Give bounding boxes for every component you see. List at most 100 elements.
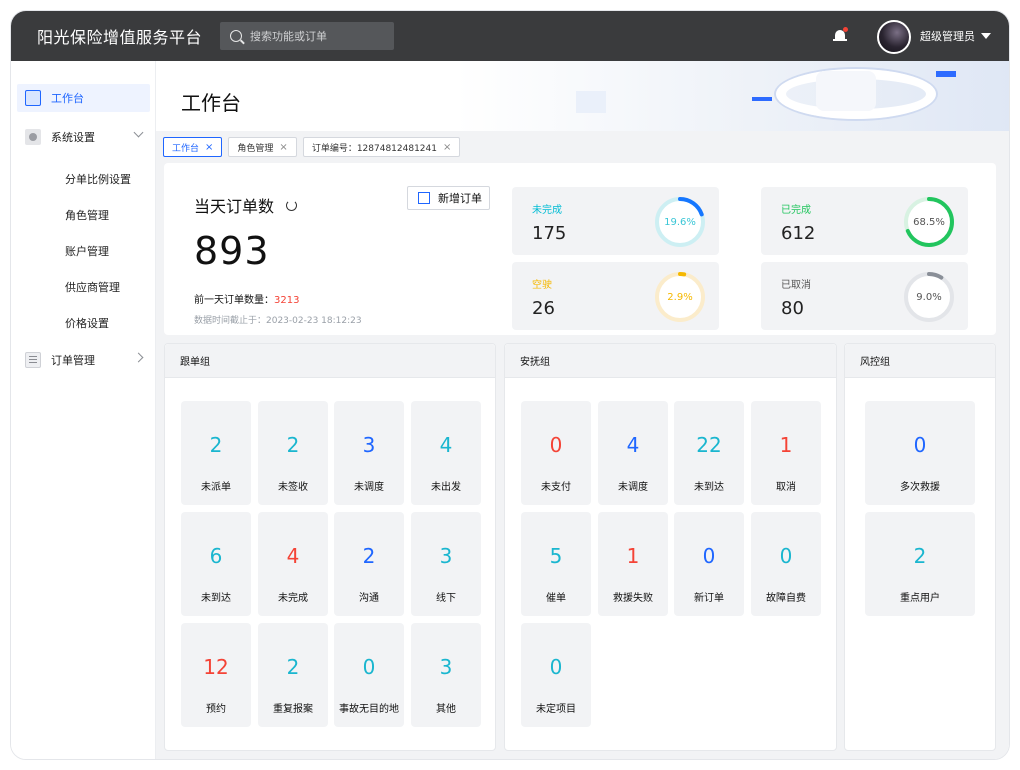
tile-count: 6	[209, 544, 223, 568]
stat-card[interactable]: 已完成 612 68.5%	[761, 187, 968, 255]
stat-tile[interactable]: 12 预约	[181, 623, 251, 727]
search-input[interactable]: 搜索功能或订单	[220, 22, 394, 50]
stat-tile[interactable]: 4 未调度	[598, 401, 668, 505]
stat-tile[interactable]: 0 多次救援	[865, 401, 975, 505]
stat-tile[interactable]: 3 未调度	[334, 401, 404, 505]
stat-tile[interactable]: 3 线下	[411, 512, 481, 616]
close-icon[interactable]: ×	[443, 142, 451, 153]
tile-count: 4	[286, 544, 300, 568]
tile-label: 多次救援	[900, 482, 940, 493]
chevron-right-icon	[133, 352, 144, 363]
bell-icon[interactable]	[833, 27, 848, 44]
stat-tile[interactable]: 0 新订单	[674, 512, 744, 616]
app-window: 阳光保险增值服务平台 搜索功能或订单 超级管理员 工作台 系统设置 分单比例设置…	[10, 10, 1010, 760]
page-title: 工作台	[181, 91, 241, 115]
tile-label: 沟通	[359, 593, 379, 604]
user-name[interactable]: 超级管理员	[920, 28, 975, 44]
tile-label: 重复报案	[273, 704, 313, 715]
tile-label: 未到达	[694, 482, 724, 493]
sidebar-item-label: 工作台	[51, 92, 84, 105]
tile-count: 0	[549, 433, 563, 457]
tile-label: 催单	[546, 593, 566, 604]
tile-count: 5	[549, 544, 563, 568]
group-risk: 风控组 0 多次救援 2 重点用户	[844, 343, 996, 751]
tile-label: 未派单	[201, 482, 231, 493]
tile-count: 2	[286, 433, 300, 457]
stat-label: 未完成	[532, 205, 562, 216]
sidebar-subitem-suppliers[interactable]: 供应商管理	[65, 279, 120, 295]
tab-workbench[interactable]: 工作台 ×	[163, 137, 223, 157]
sidebar: 工作台 系统设置 分单比例设置 角色管理 账户管理 供应商管理 价格设置 订单管…	[11, 61, 156, 759]
stat-tile[interactable]: 1 取消	[751, 401, 821, 505]
tile-label: 未出发	[431, 482, 461, 493]
stat-label: 已完成	[781, 205, 811, 216]
stat-tile[interactable]: 0 故障自费	[751, 512, 821, 616]
stat-tile[interactable]: 5 催单	[521, 512, 591, 616]
sidebar-item-orders[interactable]: 订单管理	[17, 346, 150, 374]
page-header: 工作台	[156, 61, 1009, 131]
tile-label: 未调度	[354, 482, 384, 493]
search-icon	[230, 30, 242, 42]
stat-tile[interactable]: 2 沟通	[334, 512, 404, 616]
group-title: 跟单组	[165, 344, 495, 378]
stat-card[interactable]: 空驶 26 2.9%	[512, 262, 719, 330]
tab-order-detail[interactable]: 订单编号：12874812481241 ×	[302, 137, 461, 157]
sidebar-subitem-accounts[interactable]: 账户管理	[65, 243, 109, 259]
previous-day-label: 前一天订单数量：	[194, 295, 274, 306]
today-order-count: 893	[194, 229, 270, 273]
tile-label: 线下	[436, 593, 456, 604]
tile-label: 事故无目的地	[339, 704, 399, 715]
tab-label: 角色管理	[237, 143, 274, 154]
tile-count: 0	[362, 655, 376, 679]
stat-tile[interactable]: 4 未完成	[258, 512, 328, 616]
tile-count: 2	[362, 544, 376, 568]
stat-tile[interactable]: 3 其他	[411, 623, 481, 727]
sidebar-item-workbench[interactable]: 工作台	[17, 84, 150, 112]
tile-label: 未支付	[541, 482, 571, 493]
stat-tile[interactable]: 2 重复报案	[258, 623, 328, 727]
stat-tile[interactable]: 0 未定项目	[521, 623, 591, 727]
top-bar: 阳光保险增值服务平台 搜索功能或订单 超级管理员	[11, 11, 1009, 61]
tile-label: 其他	[436, 704, 456, 715]
tile-count: 4	[626, 433, 640, 457]
tile-count: 0	[549, 655, 563, 679]
stat-tile[interactable]: 4 未出发	[411, 401, 481, 505]
tab-role-management[interactable]: 角色管理 ×	[228, 137, 297, 157]
header-illustration	[576, 91, 606, 113]
stat-tile[interactable]: 1 救援失败	[598, 512, 668, 616]
new-order-button[interactable]: 新增订单	[407, 186, 490, 210]
tile-label: 未签收	[278, 482, 308, 493]
tile-count: 0	[913, 433, 927, 457]
sidebar-subitem-pricing[interactable]: 价格设置	[65, 315, 109, 331]
stat-tile[interactable]: 2 重点用户	[865, 512, 975, 616]
avatar[interactable]	[877, 20, 911, 54]
close-icon[interactable]: ×	[205, 142, 213, 153]
stat-card[interactable]: 已取消 80 9.0%	[761, 262, 968, 330]
sidebar-item-label: 系统设置	[51, 131, 95, 144]
tile-count: 3	[439, 544, 453, 568]
tile-label: 重点用户	[900, 593, 940, 604]
stat-card[interactable]: 未完成 175 19.6%	[512, 187, 719, 255]
tile-label: 故障自费	[766, 593, 806, 604]
stat-tile[interactable]: 0 未支付	[521, 401, 591, 505]
close-icon[interactable]: ×	[279, 142, 287, 153]
stat-tile[interactable]: 2 未派单	[181, 401, 251, 505]
tile-count: 0	[702, 544, 716, 568]
group-follow: 跟单组 2 未派单 2 未签收 3 未调度 4 未出发 6 未到达 4 未完成 2 沟通 3 线下 12 预约 2 重…	[164, 343, 496, 751]
chevron-down-icon[interactable]	[981, 33, 991, 39]
sidebar-subitem-split-ratio[interactable]: 分单比例设置	[65, 171, 131, 187]
tile-count: 0	[779, 544, 793, 568]
app-title: 阳光保险增值服务平台	[37, 28, 203, 47]
refresh-icon[interactable]	[286, 200, 297, 211]
today-orders-title: 当天订单数	[194, 197, 275, 216]
tile-label: 未完成	[278, 593, 308, 604]
sidebar-subitem-roles[interactable]: 角色管理	[65, 207, 109, 223]
tab-label: 订单编号：12874812481241	[311, 143, 437, 154]
tile-label: 未到达	[201, 593, 231, 604]
sidebar-item-system-settings[interactable]: 系统设置	[17, 123, 150, 151]
stat-tile[interactable]: 22 未到达	[674, 401, 744, 505]
stat-tile[interactable]: 6 未到达	[181, 512, 251, 616]
stat-tile[interactable]: 0 事故无目的地	[334, 623, 404, 727]
tab-label: 工作台	[172, 143, 200, 154]
stat-tile[interactable]: 2 未签收	[258, 401, 328, 505]
